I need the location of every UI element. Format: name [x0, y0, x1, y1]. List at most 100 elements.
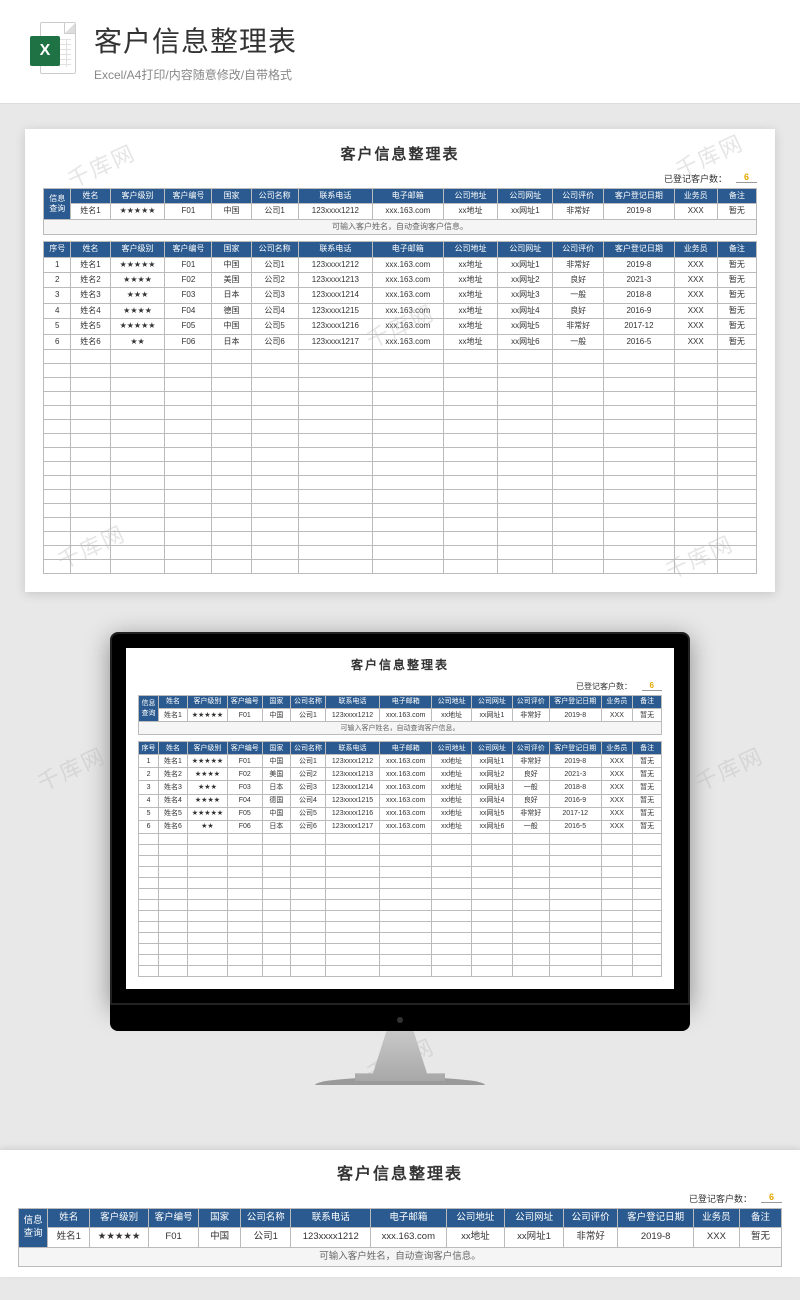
- empty-row[interactable]: [139, 910, 662, 921]
- query-value[interactable]: 公司1: [241, 1228, 291, 1247]
- empty-row[interactable]: [139, 877, 662, 888]
- table-row[interactable]: 6姓名6★★F06日本公司6123xxxx1217xxx.163.comxx地址…: [44, 334, 757, 349]
- table-row[interactable]: 5姓名5★★★★★F05中国公司5123xxxx1216xxx.163.comx…: [139, 807, 662, 820]
- query-header: 客户编号: [165, 189, 212, 204]
- empty-row[interactable]: [139, 833, 662, 844]
- empty-row[interactable]: [139, 932, 662, 943]
- query-header: 客户级别: [90, 1208, 149, 1227]
- empty-row[interactable]: [44, 475, 757, 489]
- column-header: 国家: [262, 742, 291, 755]
- query-value[interactable]: xxx.163.com: [380, 709, 432, 722]
- empty-row[interactable]: [44, 349, 757, 363]
- query-value[interactable]: F01: [165, 204, 212, 219]
- query-value[interactable]: 123xxxx1212: [298, 204, 372, 219]
- query-value[interactable]: ★★★★★: [187, 709, 227, 722]
- query-value[interactable]: xxx.163.com: [371, 1228, 446, 1247]
- query-header: 联系电话: [325, 695, 380, 708]
- empty-row[interactable]: [44, 559, 757, 573]
- empty-row[interactable]: [139, 943, 662, 954]
- empty-row[interactable]: [139, 965, 662, 976]
- table-row[interactable]: 2姓名2★★★★F02美国公司2123xxxx1213xxx.163.comxx…: [139, 768, 662, 781]
- empty-row[interactable]: [44, 377, 757, 391]
- query-value[interactable]: F01: [148, 1228, 198, 1247]
- table-row[interactable]: 4姓名4★★★★F04德国公司4123xxxx1215xxx.163.comxx…: [139, 794, 662, 807]
- empty-row[interactable]: [44, 363, 757, 377]
- query-value[interactable]: 非常好: [563, 1228, 618, 1247]
- empty-row[interactable]: [139, 954, 662, 965]
- query-value[interactable]: 2019-8: [618, 1228, 693, 1247]
- column-header: 序号: [139, 742, 159, 755]
- column-header: 公司网址: [498, 242, 553, 257]
- query-value[interactable]: 2019-8: [549, 709, 601, 722]
- query-value[interactable]: xx网址1: [472, 709, 512, 722]
- empty-row[interactable]: [139, 855, 662, 866]
- query-value[interactable]: 姓名1: [71, 204, 110, 219]
- query-header: 国家: [199, 1208, 241, 1227]
- query-value[interactable]: 姓名1: [48, 1228, 90, 1247]
- query-value[interactable]: 非常好: [512, 709, 549, 722]
- query-value[interactable]: 123xxxx1212: [291, 1228, 371, 1247]
- table-row[interactable]: 6姓名6★★F06日本公司6123xxxx1217xxx.163.comxx地址…: [139, 820, 662, 833]
- page-subtitle: Excel/A4打印/内容随意修改/自带格式: [94, 66, 770, 83]
- page-header: X 客户信息整理表 Excel/A4打印/内容随意修改/自带格式: [0, 0, 800, 104]
- excel-file-icon: X: [30, 22, 76, 82]
- query-value[interactable]: 暂无: [717, 204, 756, 219]
- table-row[interactable]: 1姓名1★★★★★F01中国公司1123xxxx1212xxx.163.comx…: [44, 257, 757, 272]
- query-value[interactable]: 中国: [262, 709, 291, 722]
- empty-row[interactable]: [44, 531, 757, 545]
- query-value[interactable]: 暂无: [633, 709, 662, 722]
- page-title: 客户信息整理表: [94, 20, 770, 60]
- query-value[interactable]: 中国: [212, 204, 251, 219]
- table-row[interactable]: 2姓名2★★★★F02美国公司2123xxxx1213xxx.163.comxx…: [44, 272, 757, 287]
- empty-row[interactable]: [44, 419, 757, 433]
- table-row[interactable]: 3姓名3★★★F03日本公司3123xxxx1214xxx.163.comxx地…: [139, 781, 662, 794]
- empty-row[interactable]: [44, 447, 757, 461]
- empty-row[interactable]: [139, 921, 662, 932]
- query-value[interactable]: XXX: [601, 709, 633, 722]
- empty-row[interactable]: [44, 503, 757, 517]
- query-value[interactable]: xxx.163.com: [373, 204, 444, 219]
- query-value[interactable]: 暂无: [739, 1228, 781, 1247]
- query-value[interactable]: xx网址1: [498, 204, 553, 219]
- query-value[interactable]: 123xxxx1212: [325, 709, 380, 722]
- empty-row[interactable]: [139, 844, 662, 855]
- spreadsheet-preview-bottom: 客户信息整理表已登记客户数：6信息查询姓名客户级别客户编号国家公司名称联系电话电…: [0, 1150, 800, 1277]
- query-value[interactable]: 姓名1: [159, 709, 188, 722]
- empty-row[interactable]: [44, 517, 757, 531]
- query-value[interactable]: xx网址1: [505, 1228, 564, 1247]
- empty-row[interactable]: [44, 461, 757, 475]
- query-value[interactable]: 2019-8: [604, 204, 675, 219]
- empty-row[interactable]: [44, 433, 757, 447]
- table-row[interactable]: 3姓名3★★★F03日本公司3123xxxx1214xxx.163.comxx地…: [44, 288, 757, 303]
- query-value[interactable]: xx地址: [443, 204, 498, 219]
- query-value[interactable]: ★★★★★: [110, 204, 165, 219]
- query-header: 姓名: [48, 1208, 90, 1227]
- empty-row[interactable]: [139, 866, 662, 877]
- empty-row[interactable]: [44, 489, 757, 503]
- column-header: 客户编号: [228, 742, 262, 755]
- query-value[interactable]: 公司1: [291, 709, 325, 722]
- empty-row[interactable]: [44, 545, 757, 559]
- query-value[interactable]: XXX: [693, 1228, 739, 1247]
- empty-row[interactable]: [139, 888, 662, 899]
- query-value[interactable]: ★★★★★: [90, 1228, 149, 1247]
- query-value[interactable]: F01: [228, 709, 262, 722]
- column-header: 公司名称: [291, 742, 325, 755]
- query-table: 信息查询姓名客户级别客户编号国家公司名称联系电话电子邮箱公司地址公司网址公司评价…: [138, 695, 662, 735]
- query-header: 客户编号: [148, 1208, 198, 1227]
- table-row[interactable]: 1姓名1★★★★★F01中国公司1123xxxx1212xxx.163.comx…: [139, 755, 662, 768]
- query-value[interactable]: xx地址: [432, 709, 472, 722]
- empty-row[interactable]: [44, 405, 757, 419]
- empty-row[interactable]: [139, 899, 662, 910]
- query-header: 电子邮箱: [371, 1208, 446, 1227]
- query-value[interactable]: xx地址: [446, 1228, 505, 1247]
- empty-row[interactable]: [44, 391, 757, 405]
- query-value[interactable]: 非常好: [553, 204, 604, 219]
- table-row[interactable]: 5姓名5★★★★★F05中国公司5123xxxx1216xxx.163.comx…: [44, 319, 757, 334]
- query-value[interactable]: 公司1: [251, 204, 298, 219]
- column-header: 备注: [633, 742, 662, 755]
- query-value[interactable]: XXX: [674, 204, 717, 219]
- query-value[interactable]: 中国: [199, 1228, 241, 1247]
- query-hint: 可输入客户姓名，自动查询客户信息。: [139, 722, 662, 735]
- table-row[interactable]: 4姓名4★★★★F04德国公司4123xxxx1215xxx.163.comxx…: [44, 303, 757, 318]
